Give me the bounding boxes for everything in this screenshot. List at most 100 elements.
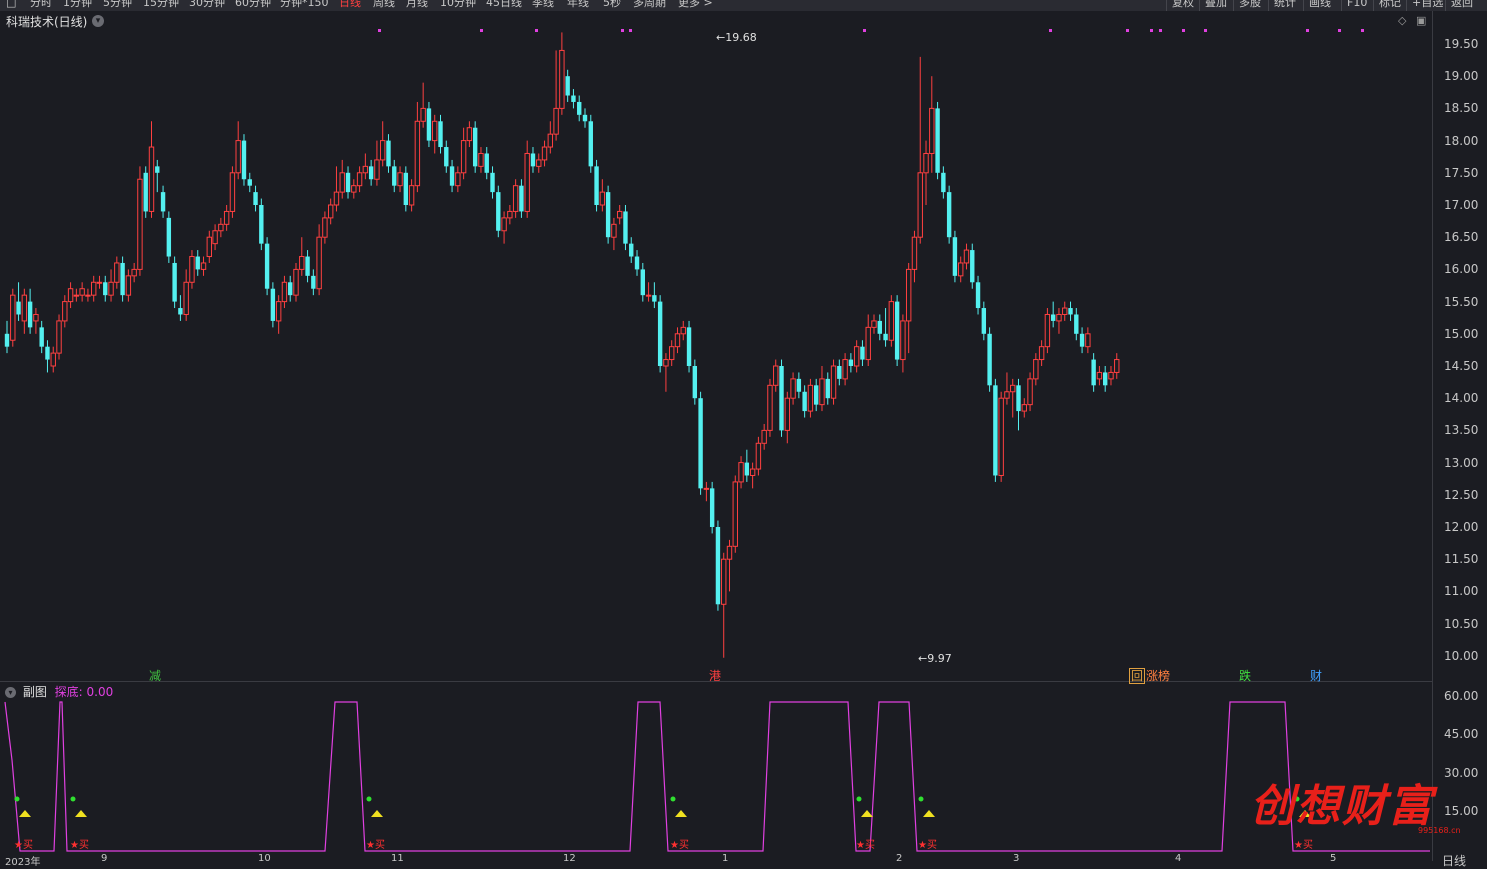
candle [362,153,369,180]
signal-mark [1150,29,1153,32]
candle [183,269,189,321]
candle [73,288,80,302]
x-tick-label: 9 [101,853,108,864]
candle [547,121,554,154]
candle [137,166,143,276]
buy-triangle-icon [923,810,935,817]
candle [229,166,236,218]
buy-label: ★买 [1294,839,1313,851]
candle [732,475,738,553]
signal-mark [1338,29,1341,32]
candle [67,282,74,309]
candle [327,198,334,225]
candle [333,166,340,212]
y-tick-label: 12.00 [1444,520,1479,534]
candle [773,359,779,392]
candle [842,353,848,386]
candle [103,275,108,302]
candle [629,237,634,263]
buy-triangle-icon [371,810,383,817]
candle [449,159,455,193]
candle [860,340,865,366]
candle [825,372,830,405]
candle [200,256,207,276]
candle [21,288,28,334]
kline-chart: ★买 ★买 ★买 ★买 ★买 ★买 ★买 [4,29,1430,852]
candle [490,166,495,199]
candle [351,179,357,199]
sub-y-tick-label: 15.00 [1444,804,1479,818]
candle [894,295,900,366]
candle [281,275,288,309]
candle [466,121,473,148]
buy-triangle-icon [861,810,873,817]
x-tick-label: 12 [563,853,576,864]
candle [392,159,397,193]
x-tick-label: 4 [1175,853,1182,864]
candle [380,121,386,167]
event-marker-back[interactable]: 回 [1129,667,1146,684]
signal-mark [1182,29,1185,32]
candle [519,179,524,218]
candle [941,166,946,199]
candle [634,250,640,276]
event-marker-finance[interactable]: 财 [1310,667,1322,684]
candle [247,172,252,193]
indicator-value: 探底: 0.00 [54,685,114,699]
candle [1010,378,1016,418]
signal-mark [1126,29,1129,32]
event-marker-fall[interactable]: 跌 [1239,667,1251,684]
candle [848,353,854,373]
signal-dot [856,796,862,802]
candle [767,378,773,437]
y-tick-label: 14.00 [1444,391,1479,406]
event-marker-hk[interactable]: 港 [709,667,721,684]
sub-y-tick-label: 60.00 [1444,689,1479,703]
signal-dot [14,796,20,802]
candle [582,108,588,128]
candle [311,269,316,296]
candle [39,320,44,354]
candle [749,462,756,489]
sub-chart-dropdown-icon[interactable]: ▾ [5,687,16,698]
candle [339,159,345,199]
candle [455,166,461,193]
buy-label: ★买 [14,839,33,851]
sub-y-tick-label: 45.00 [1444,727,1479,741]
event-marker-rise-list[interactable]: 涨榜 [1146,667,1170,684]
y-tick-label: 11.50 [1444,552,1479,567]
candle [645,282,652,302]
candle [674,327,681,354]
candle [1021,398,1027,418]
candle [322,211,328,244]
candle [559,32,565,115]
candle [426,101,432,148]
candle [929,76,935,173]
candle [669,340,675,366]
candle [784,391,790,444]
candle [270,282,276,328]
candle [790,372,796,405]
candle [512,179,519,218]
candle [1004,372,1010,405]
candle [755,436,762,476]
candle [530,147,536,173]
candle [172,256,177,309]
sub-chart-header: ▾ 副图 探底: 0.00 [5,683,113,700]
y-tick-label: 13.00 [1444,455,1479,470]
candle [420,82,426,128]
candle [218,217,224,238]
candle [1050,301,1056,328]
candle [726,539,733,592]
candle [56,314,62,360]
candle [212,224,218,251]
candle [599,179,606,212]
candle [970,243,975,289]
event-marker-reduce[interactable]: 减 [149,667,161,684]
candle [865,314,871,366]
y-tick-label: 12.50 [1444,487,1479,502]
sub-chart-title[interactable]: 副图 [23,685,47,699]
candle [709,481,715,534]
signal-mark [629,29,632,32]
candle [657,295,663,373]
